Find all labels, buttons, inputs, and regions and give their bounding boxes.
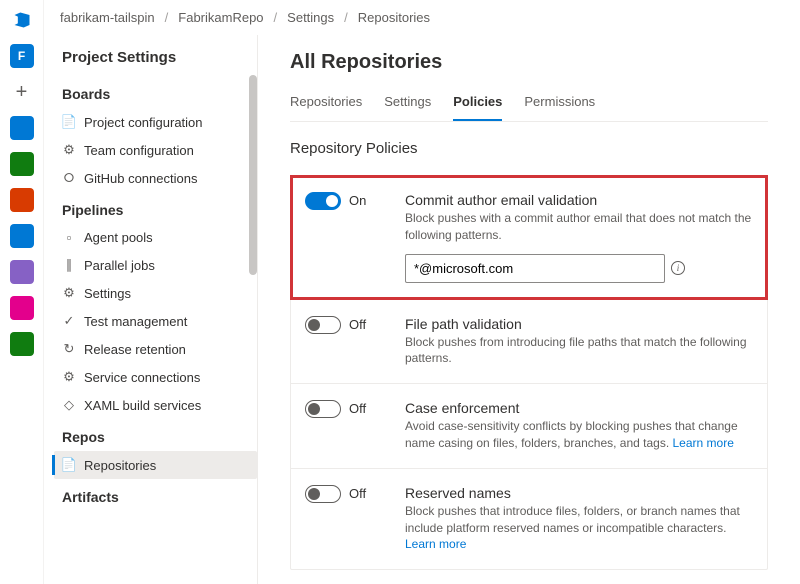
toggle-state-label: Off: [349, 316, 366, 332]
item-icon: 📄: [62, 114, 76, 130]
settings-item-repositories[interactable]: 📄 Repositories: [54, 451, 257, 479]
policy-description: Block pushes that introduce files, folde…: [405, 503, 753, 553]
item-label: Service connections: [84, 370, 200, 385]
settings-item-xaml-build-services[interactable]: ◇ XAML build services: [54, 391, 257, 419]
item-icon: ↻: [62, 341, 76, 357]
settings-item-test-management[interactable]: ✓ Test management: [54, 307, 257, 335]
testplans-icon[interactable]: [10, 152, 34, 176]
item-icon: 📄: [62, 457, 76, 473]
item-label: GitHub connections: [84, 171, 197, 186]
settings-item-service-connections[interactable]: ⚙ Service connections: [54, 363, 257, 391]
item-icon: ▫: [62, 230, 76, 245]
learn-more-link[interactable]: Learn more: [673, 436, 734, 450]
settings-group-label: Boards: [54, 76, 257, 108]
policy-title: Commit author email validation: [405, 192, 753, 208]
item-icon: ⚙: [62, 369, 76, 385]
policy-toggle[interactable]: [305, 485, 341, 503]
policy-description: Avoid case-sensitivity conflicts by bloc…: [405, 418, 753, 452]
scrollbar[interactable]: [249, 75, 257, 275]
tab-permissions[interactable]: Permissions: [524, 88, 595, 121]
project-settings-title: Project Settings: [54, 45, 257, 76]
item-icon: ⭘: [62, 170, 76, 186]
settings-item-agent-pools[interactable]: ▫ Agent pools: [54, 224, 257, 251]
settings-group-label: Pipelines: [54, 192, 257, 224]
policy-toggle[interactable]: [305, 316, 341, 334]
breadcrumb: fabrikam-tailspin / FabrikamRepo / Setti…: [44, 0, 800, 35]
content-tabs: Repositories Settings Policies Permissions: [290, 88, 768, 122]
content-area: All Repositories Repositories Settings Pol…: [258, 35, 800, 584]
item-icon: ⚙: [62, 285, 76, 301]
add-icon[interactable]: +: [10, 80, 34, 104]
tab-repositories[interactable]: Repositories: [290, 88, 362, 121]
breadcrumb-settings[interactable]: Settings: [287, 10, 334, 25]
email-pattern-input[interactable]: [405, 254, 665, 283]
breadcrumb-repo[interactable]: FabrikamRepo: [178, 10, 263, 25]
policy-title: Reserved names: [405, 485, 753, 501]
policy-row: On Commit author email validation Block pu…: [291, 176, 767, 299]
breadcrumb-page[interactable]: Repositories: [358, 10, 430, 25]
page-title: All Repositories: [290, 51, 768, 74]
policy-row: Off Case enforcement Avoid case-sensitivit…: [291, 383, 767, 468]
section-title: Repository Policies: [290, 140, 768, 157]
settings-group-label: Repos: [54, 419, 257, 451]
policy-row: Off File path validation Block pushes from…: [291, 299, 767, 384]
item-label: Release retention: [84, 342, 186, 357]
settings-item-settings[interactable]: ⚙ Settings: [54, 279, 257, 307]
azure-devops-logo-icon[interactable]: [10, 8, 34, 32]
item-label: Settings: [84, 286, 131, 301]
policy-toggle[interactable]: [305, 400, 341, 418]
item-label: Test management: [84, 314, 187, 329]
item-label: Parallel jobs: [84, 258, 155, 273]
policy-description: Block pushes with a commit author email …: [405, 210, 753, 244]
policy-list: On Commit author email validation Block pu…: [290, 175, 768, 570]
policy-description: Block pushes from introducing file paths…: [405, 334, 753, 368]
toggle-state-label: On: [349, 192, 366, 208]
repos-icon[interactable]: [10, 188, 34, 212]
policy-toggle[interactable]: [305, 192, 341, 210]
settings-item-team-configuration[interactable]: ⚙ Team configuration: [54, 136, 257, 164]
project-icon[interactable]: F: [10, 44, 34, 68]
toggle-state-label: Off: [349, 485, 366, 501]
lab-icon[interactable]: [10, 260, 34, 284]
item-label: Project configuration: [84, 115, 203, 130]
item-icon: ∥: [62, 257, 76, 273]
settings-item-project-configuration[interactable]: 📄 Project configuration: [54, 108, 257, 136]
toggle-state-label: Off: [349, 400, 366, 416]
shield-icon[interactable]: [10, 332, 34, 356]
policy-row: Off Reserved names Block pushes that intro…: [291, 468, 767, 569]
tab-settings[interactable]: Settings: [384, 88, 431, 121]
pipelines-icon[interactable]: [10, 224, 34, 248]
item-label: Repositories: [84, 458, 156, 473]
learn-more-link[interactable]: Learn more: [405, 537, 466, 551]
breadcrumb-org[interactable]: fabrikam-tailspin: [60, 10, 155, 25]
left-rail: F +: [0, 0, 44, 584]
item-label: XAML build services: [84, 398, 201, 413]
item-label: Agent pools: [84, 230, 153, 245]
settings-item-github-connections[interactable]: ⭘ GitHub connections: [54, 164, 257, 192]
item-icon: ◇: [62, 397, 76, 413]
project-settings-panel: Project Settings Boards 📄 Project configur…: [44, 35, 258, 584]
settings-group-label: Artifacts: [54, 479, 257, 511]
settings-item-parallel-jobs[interactable]: ∥ Parallel jobs: [54, 251, 257, 279]
settings-item-release-retention[interactable]: ↻ Release retention: [54, 335, 257, 363]
policy-title: File path validation: [405, 316, 753, 332]
artifacts-icon[interactable]: [10, 296, 34, 320]
item-icon: ✓: [62, 313, 76, 329]
boards-icon[interactable]: [10, 116, 34, 140]
tab-policies[interactable]: Policies: [453, 88, 502, 121]
item-icon: ⚙: [62, 142, 76, 158]
policy-title: Case enforcement: [405, 400, 753, 416]
info-icon[interactable]: i: [671, 261, 685, 275]
item-label: Team configuration: [84, 143, 194, 158]
